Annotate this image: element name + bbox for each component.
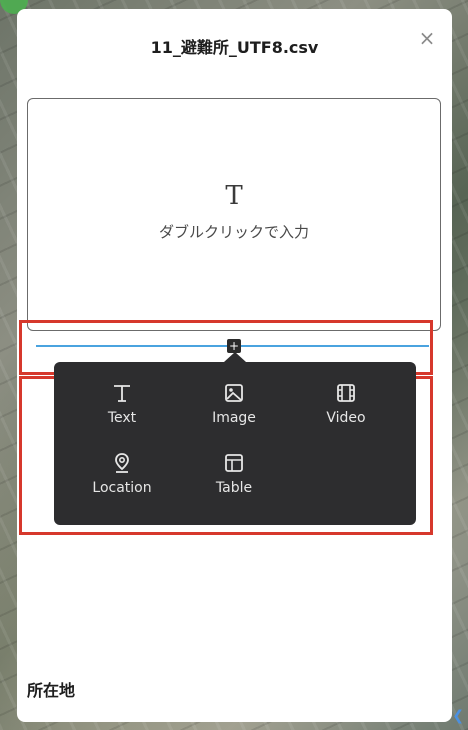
menu-arrow	[224, 352, 246, 362]
image-icon	[189, 380, 279, 406]
text-icon	[77, 380, 167, 406]
text-block-placeholder: ダブルクリックで入力	[158, 223, 309, 241]
menu-item-image[interactable]: Image	[189, 380, 279, 436]
map-control-icon[interactable]: ❮	[452, 708, 464, 724]
menu-item-label: Location	[92, 480, 152, 496]
table-icon	[189, 450, 279, 476]
field-label-location: 所在地	[27, 681, 76, 700]
menu-item-label: Image	[212, 410, 256, 426]
menu-item-table[interactable]: Table	[189, 450, 279, 506]
menu-item-text[interactable]: Text	[77, 380, 167, 436]
menu-item-label: Table	[215, 480, 253, 496]
add-block-button[interactable]: +	[227, 339, 241, 353]
menu-item-location[interactable]: Location	[77, 450, 167, 506]
close-button[interactable]: ×	[416, 27, 438, 49]
panel-title: 11_避難所_UTF8.csv	[150, 38, 319, 57]
text-block[interactable]: T ダブルクリックで入力	[27, 98, 441, 331]
text-block-icon: T	[225, 181, 243, 211]
video-icon	[301, 380, 391, 406]
menu-item-label: Video	[326, 410, 366, 426]
menu-item-label: Text	[107, 410, 137, 426]
location-pin-icon	[77, 450, 167, 476]
block-type-menu: Text Image Video Location Table	[54, 362, 416, 525]
menu-item-video[interactable]: Video	[301, 380, 391, 436]
